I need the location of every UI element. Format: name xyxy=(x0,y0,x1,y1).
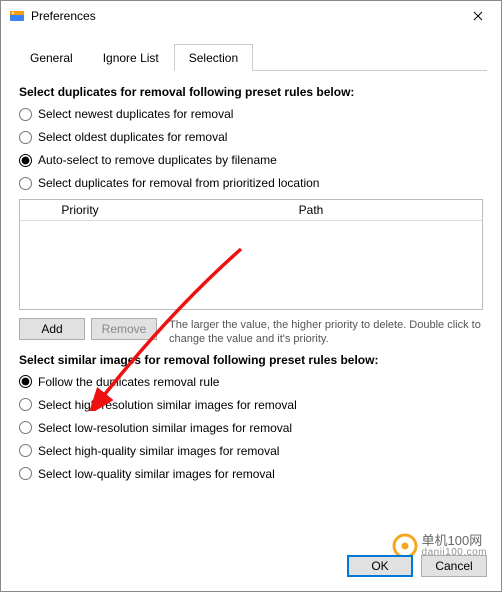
radio-oldest-label: Select oldest duplicates for removal xyxy=(38,130,227,144)
window-title: Preferences xyxy=(31,9,455,23)
radio-low-quality[interactable]: Select low-quality similar images for re… xyxy=(19,467,483,481)
radio-follow-label: Follow the duplicates removal rule xyxy=(38,375,219,389)
dialog-body: General Ignore List Selection Select dup… xyxy=(1,31,501,591)
cancel-button[interactable]: Cancel xyxy=(421,555,487,577)
radio-lowq-input[interactable] xyxy=(19,467,32,480)
duplicates-rules-heading: Select duplicates for removal following … xyxy=(19,85,483,99)
radio-follow-rule[interactable]: Follow the duplicates removal rule xyxy=(19,375,483,389)
radio-highq-label: Select high-quality similar images for r… xyxy=(38,444,279,458)
tab-content: Select duplicates for removal following … xyxy=(15,71,487,481)
tabbar: General Ignore List Selection xyxy=(15,43,487,71)
radio-oldest-input[interactable] xyxy=(19,131,32,144)
radio-high-quality[interactable]: Select high-quality similar images for r… xyxy=(19,444,483,458)
radio-lowres-input[interactable] xyxy=(19,421,32,434)
tab-selection[interactable]: Selection xyxy=(174,44,253,71)
col-priority-header[interactable]: Priority xyxy=(20,200,140,220)
radio-priority-duplicates[interactable]: Select duplicates for removal from prior… xyxy=(19,176,483,190)
ok-button[interactable]: OK xyxy=(347,555,413,577)
radio-lowres-label: Select low-resolution similar images for… xyxy=(38,421,292,435)
radio-follow-input[interactable] xyxy=(19,375,32,388)
priority-hint: The larger the value, the higher priorit… xyxy=(163,318,483,347)
tab-general[interactable]: General xyxy=(15,44,88,71)
radio-filename-input[interactable] xyxy=(19,154,32,167)
radio-priority-input[interactable] xyxy=(19,177,32,190)
radio-highres-input[interactable] xyxy=(19,398,32,411)
tab-ignore-list[interactable]: Ignore List xyxy=(88,44,174,71)
add-button[interactable]: Add xyxy=(19,318,85,340)
dialog-footer: OK Cancel xyxy=(347,555,487,577)
radio-filename-duplicates[interactable]: Auto-select to remove duplicates by file… xyxy=(19,153,483,167)
radio-lowq-label: Select low-quality similar images for re… xyxy=(38,467,275,481)
radio-newest-duplicates[interactable]: Select newest duplicates for removal xyxy=(19,107,483,121)
remove-button: Remove xyxy=(91,318,157,340)
col-path-header[interactable]: Path xyxy=(140,200,482,220)
radio-priority-label: Select duplicates for removal from prior… xyxy=(38,176,319,190)
radio-highq-input[interactable] xyxy=(19,444,32,457)
priority-table-body[interactable] xyxy=(20,221,482,309)
app-icon xyxy=(9,8,25,24)
radio-newest-input[interactable] xyxy=(19,108,32,121)
radio-oldest-duplicates[interactable]: Select oldest duplicates for removal xyxy=(19,130,483,144)
close-button[interactable] xyxy=(455,1,501,31)
similar-images-heading: Select similar images for removal follow… xyxy=(19,353,483,367)
titlebar: Preferences xyxy=(1,1,501,31)
watermark-line1: 单机100网 xyxy=(422,534,487,548)
priority-button-row: Add Remove The larger the value, the hig… xyxy=(19,318,483,347)
radio-high-res[interactable]: Select high-resolution similar images fo… xyxy=(19,398,483,412)
radio-low-res[interactable]: Select low-resolution similar images for… xyxy=(19,421,483,435)
radio-filename-label: Auto-select to remove duplicates by file… xyxy=(38,153,277,167)
priority-table-header: Priority Path xyxy=(20,200,482,221)
priority-table: Priority Path xyxy=(19,199,483,310)
radio-newest-label: Select newest duplicates for removal xyxy=(38,107,233,121)
radio-highres-label: Select high-resolution similar images fo… xyxy=(38,398,297,412)
